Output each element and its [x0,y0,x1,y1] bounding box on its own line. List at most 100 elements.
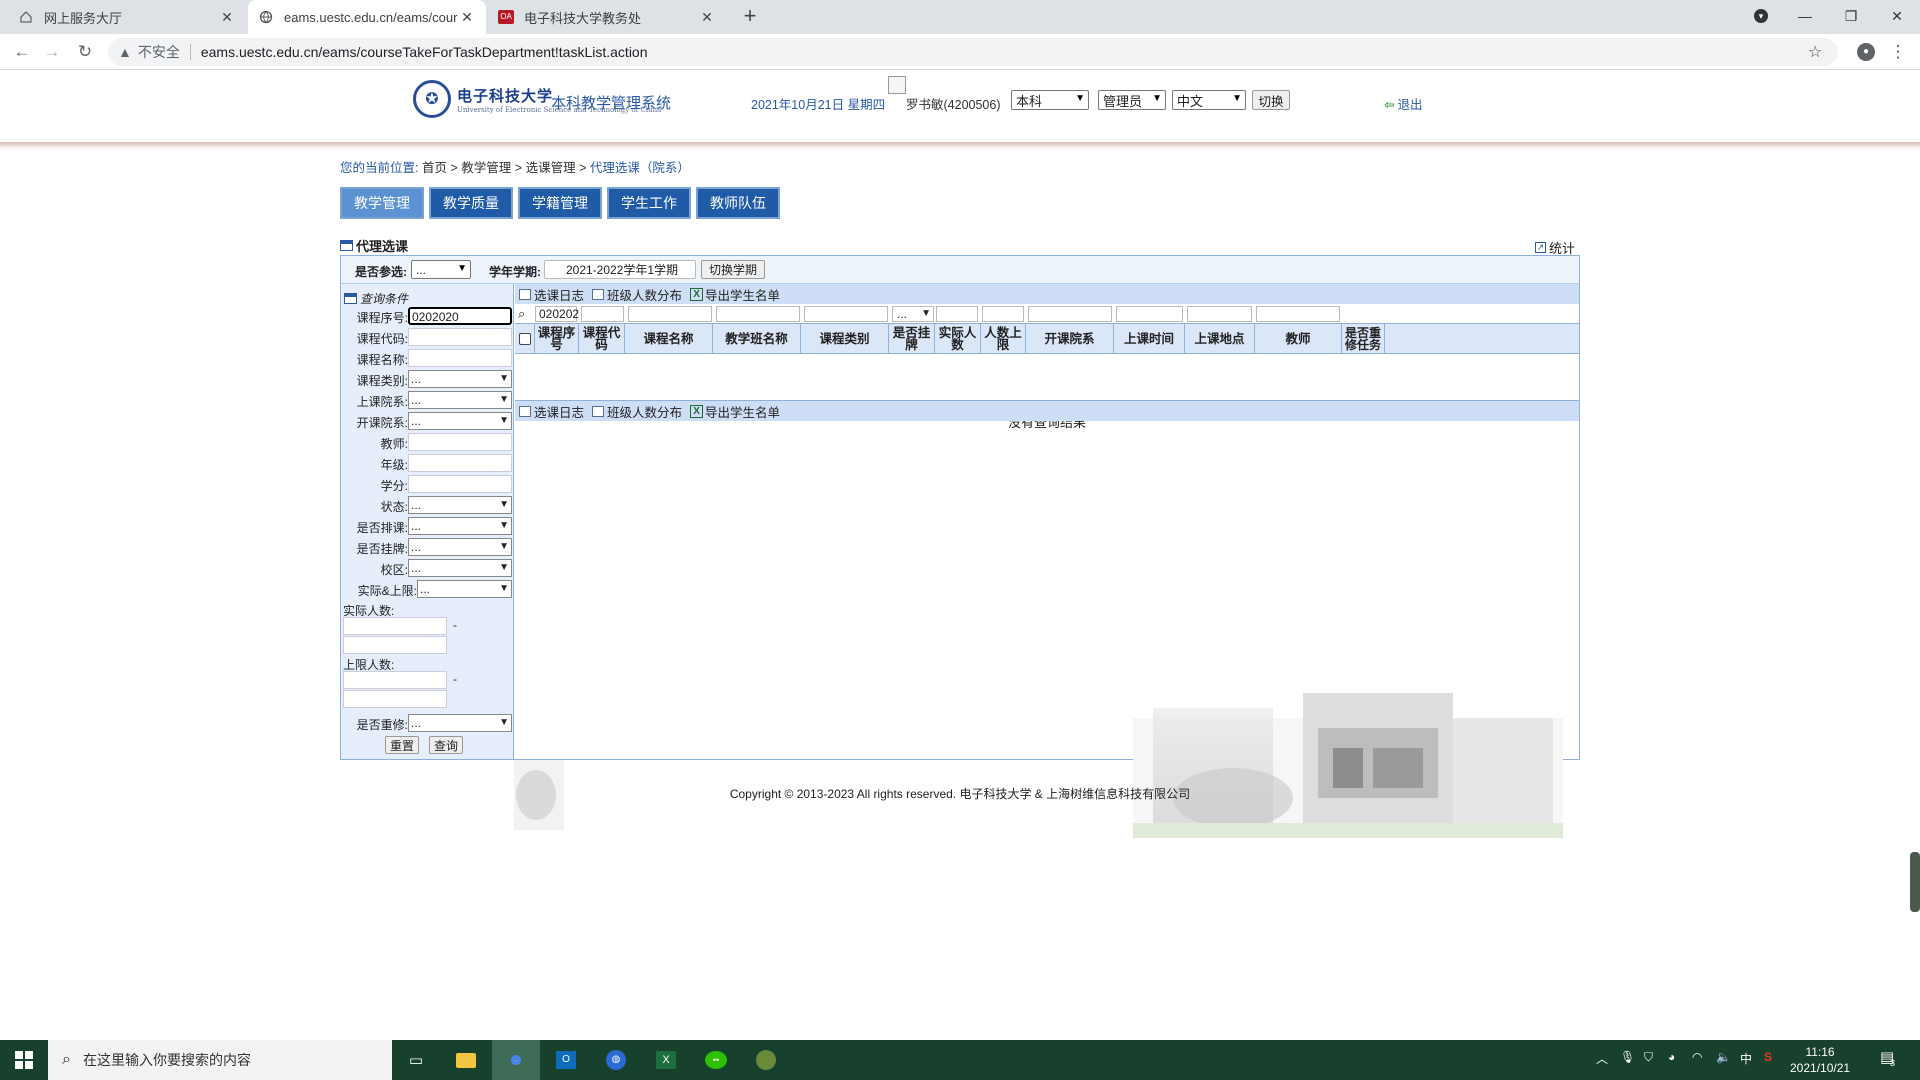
filter-listed-select[interactable]: ... ▼ [892,306,934,322]
course-name-input[interactable] [408,349,512,367]
filter-name-input[interactable] [628,306,712,322]
filter-type-input[interactable] [804,306,888,322]
actual-min-input[interactable] [343,617,447,635]
menu-teaching[interactable]: 教学管理 [340,187,424,219]
reset-button[interactable]: 重置 [385,736,419,754]
tab-service-hall[interactable]: 网上服务大厅 ✕ [8,0,246,34]
credit-input[interactable] [408,475,512,493]
star-icon[interactable]: ☆ [1808,42,1822,62]
filter-seq-input[interactable]: 020202 [535,306,579,322]
menu-student-work[interactable]: 学生工作 [607,187,691,219]
status-select[interactable]: ... ▼ [408,496,512,514]
class-dept-select[interactable]: ... ▼ [408,391,512,409]
switch-button[interactable]: 切换 [1252,90,1290,110]
retake-select[interactable]: ... ▼ [408,714,512,732]
query-button[interactable]: 查询 [429,736,463,754]
sogou-icon[interactable]: S [1764,1050,1772,1064]
microphone-icon[interactable]: 🎙 [1620,1050,1635,1064]
course-type-select[interactable]: ... ▼ [408,370,512,388]
volume-icon[interactable]: 🔈 [1716,1050,1731,1064]
wechat-icon[interactable]: •• [692,1040,740,1080]
col-course-code[interactable]: 课程代码 [579,324,625,354]
close-window-button[interactable]: ✕ [1874,0,1920,32]
log-button[interactable]: 选课日志 [519,285,584,304]
minimize-button[interactable]: — [1782,0,1828,32]
campus-select[interactable]: ... ▼ [408,559,512,577]
forward-icon[interactable]: → [40,40,64,64]
filter-time-input[interactable] [1116,306,1183,322]
log-button[interactable]: 选课日志 [519,402,584,421]
actual-limit-select[interactable]: ... ▼ [417,580,512,598]
chrome-icon[interactable] [492,1040,540,1080]
filter-actual-input[interactable] [936,306,978,322]
tab-jwc[interactable]: OA 电子科技大学教务处 ✕ [488,0,726,34]
breadcrumb-teaching[interactable]: 教学管理 [461,161,511,175]
filter-place-input[interactable] [1187,306,1252,322]
language-select[interactable]: 中文 ▼ [1172,90,1246,110]
col-place[interactable]: 上课地点 [1185,324,1255,354]
teacher-input[interactable] [408,433,512,451]
logout-link[interactable]: ⇦ 退出 [1384,94,1423,113]
select-all-checkbox[interactable] [515,324,535,354]
restore-button[interactable]: ❐ [1828,0,1874,32]
col-time[interactable]: 上课时间 [1114,324,1185,354]
col-course-name[interactable]: 课程名称 [625,324,713,354]
task-view-icon[interactable]: ▭ [392,1040,440,1080]
actual-max-input[interactable] [343,636,447,654]
close-tab-icon[interactable]: ✕ [218,9,236,26]
participate-select[interactable]: ... ▼ [411,260,471,279]
filter-limit-input[interactable] [982,306,1024,322]
level-select[interactable]: 本科 ▼ [1011,90,1089,110]
clock[interactable]: 11:16 2021/10/21 [1790,1044,1850,1076]
scheduled-select[interactable]: ... ▼ [408,517,512,535]
role-select[interactable]: 管理员 ▼ [1098,90,1166,110]
taskbar-search[interactable]: ⌕ 在这里输入你要搜索的内容 [48,1040,392,1080]
file-explorer-icon[interactable] [442,1040,490,1080]
course-code-input[interactable] [408,328,512,346]
open-dept-select[interactable]: ... ▼ [408,412,512,430]
tab-search-icon[interactable]: ▾ [1738,0,1784,32]
filter-dept-input[interactable] [1028,306,1112,322]
app-avatar-icon[interactable] [742,1040,790,1080]
course-seq-input[interactable]: 0202020 [408,307,512,325]
col-retake-task[interactable]: 是否重修任务 [1342,324,1385,354]
term-field[interactable]: 2021-2022学年1学期 [544,260,696,279]
wifi-icon[interactable]: ◠ [1692,1050,1702,1064]
reload-icon[interactable]: ↻ [73,40,97,64]
col-class-name[interactable]: 教学班名称 [713,324,801,354]
notification-icon[interactable]: ▤ 3 [1880,1048,1895,1068]
distribution-button[interactable]: 班级人数分布 [592,285,682,304]
breadcrumb-course-selection[interactable]: 选课管理 [526,161,576,175]
qq-icon[interactable]: ◕ [1668,1050,1675,1064]
limit-min-input[interactable] [343,671,447,689]
ime-indicator[interactable]: 中 [1740,1050,1752,1067]
col-course-type[interactable]: 课程类别 [801,324,889,354]
excel-app-icon[interactable]: X [642,1040,690,1080]
windows-start-icon[interactable] [0,1040,48,1080]
limit-max-input[interactable] [343,690,447,708]
outlook-icon[interactable]: O [542,1040,590,1080]
shield-icon[interactable]: ⛉ [1644,1050,1653,1065]
omnibox[interactable]: ▲ 不安全 eams.uestc.edu.cn/eams/courseTakeF… [108,38,1838,66]
col-actual[interactable]: 实际人数 [935,324,981,354]
menu-status[interactable]: 学籍管理 [518,187,602,219]
breadcrumb-home[interactable]: 首页 [422,161,447,175]
network-app-icon[interactable]: ◍ [592,1040,640,1080]
filter-class-input[interactable] [716,306,800,322]
switch-term-button[interactable]: 切换学期 [701,260,765,279]
menu-faculty[interactable]: 教师队伍 [696,187,780,219]
profile-icon[interactable]: ● [1854,40,1878,64]
listed-select[interactable]: ... ▼ [408,538,512,556]
col-course-seq[interactable]: 课程序号 [535,324,579,354]
back-icon[interactable]: ← [10,40,34,64]
distribution-button[interactable]: 班级人数分布 [592,402,682,421]
tray-overflow-icon[interactable]: ︿ [1596,1050,1608,1067]
filter-teacher-input[interactable] [1256,306,1340,322]
export-button[interactable]: X 导出学生名单 [690,402,780,421]
tab-eams[interactable]: eams.uestc.edu.cn/eams/cour ✕ [248,0,486,34]
col-open-dept[interactable]: 开课院系 [1026,324,1114,354]
menu-quality[interactable]: 教学质量 [429,187,513,219]
menu-dots-icon[interactable]: ⋮ [1886,40,1910,64]
grade-input[interactable] [408,454,512,472]
col-teacher[interactable]: 教师 [1255,324,1342,354]
